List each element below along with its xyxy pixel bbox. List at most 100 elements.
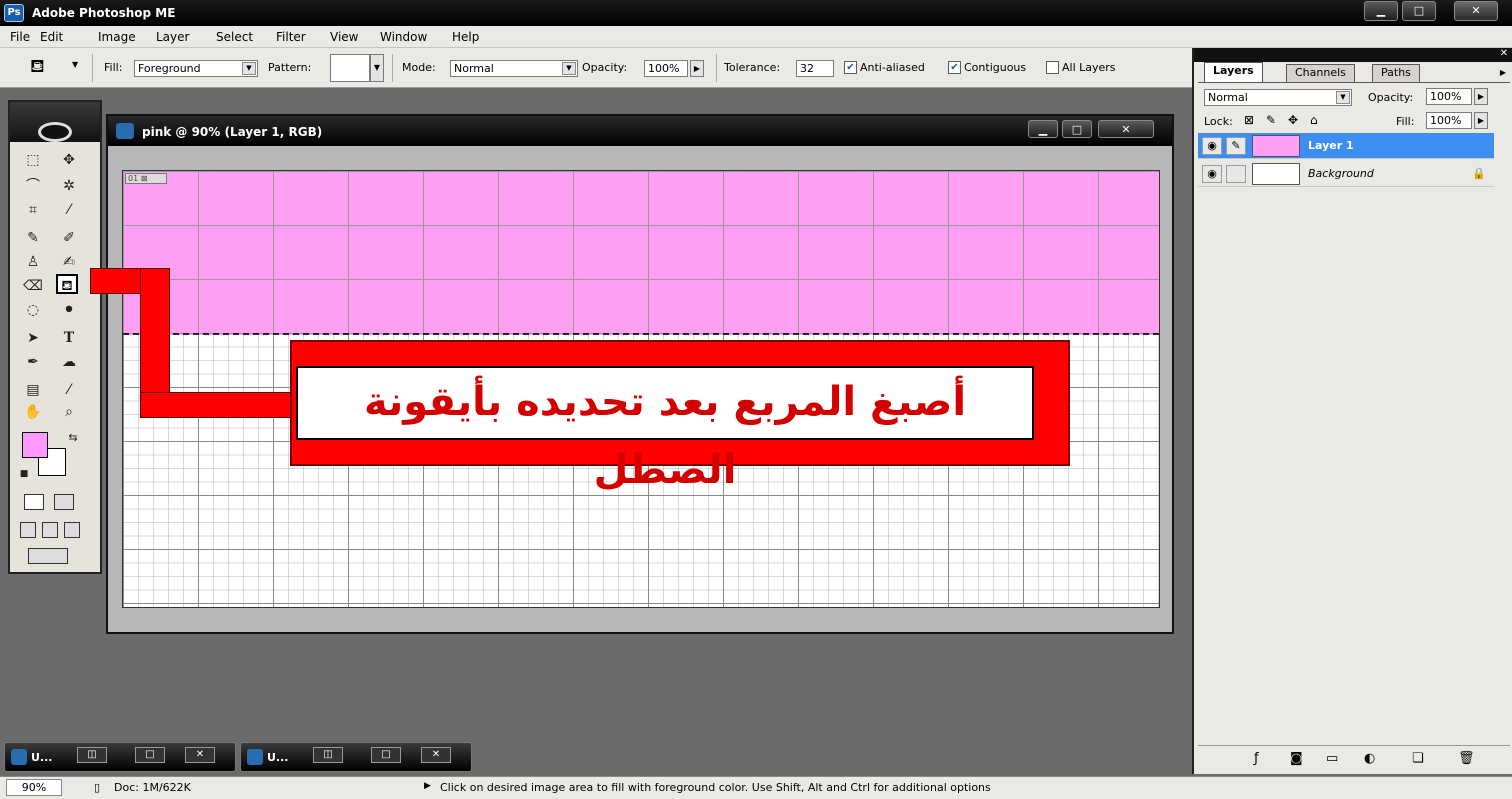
blend-mode-select[interactable]: Normal ▼ [1204, 89, 1352, 106]
slice-number: 01 [128, 174, 139, 183]
standard-screen-mode-icon[interactable] [20, 522, 36, 538]
layer-style-icon[interactable]: ƒ [1254, 751, 1259, 766]
pen-tool-icon[interactable]: ✒ [22, 352, 44, 372]
add-mask-icon[interactable]: ◙ [1290, 751, 1303, 766]
brush-tool-icon[interactable]: ✐ [58, 228, 80, 248]
document-title-bar[interactable]: pink @ 90% (Layer 1, RGB) ▁ □ ✕ [108, 116, 1172, 146]
close-icon[interactable]: ✕ [421, 747, 451, 763]
doc-minimize-icon[interactable]: ▁ [1028, 120, 1058, 138]
visibility-eye-icon[interactable]: ◉ [1202, 137, 1222, 155]
zoom-tool-icon[interactable]: ⌕ [58, 402, 80, 422]
notes-tool-icon[interactable]: ▤ [22, 380, 44, 400]
path-selection-tool-icon[interactable]: ➤ [22, 328, 44, 348]
lock-all-icon[interactable]: ⌂ [1310, 113, 1318, 127]
panel-fill-input[interactable]: 100% [1426, 112, 1472, 129]
maximize-icon[interactable]: □ [371, 747, 401, 763]
adjustment-layer-icon[interactable]: ◐ [1364, 751, 1375, 766]
mode-label: Mode: [402, 61, 436, 74]
toolbox-header[interactable] [10, 102, 100, 142]
eyedropper-tool-icon[interactable]: ⁄ [58, 380, 80, 400]
jump-to-imageready-icon[interactable] [28, 548, 68, 564]
restore-icon[interactable]: ◫ [77, 747, 107, 763]
menu-window[interactable]: Window [380, 30, 427, 44]
tolerance-input[interactable]: 32 [796, 60, 834, 77]
menu-layer[interactable]: Layer [156, 30, 189, 44]
opacity-input[interactable]: 100% [644, 60, 688, 77]
foreground-color-swatch[interactable] [22, 432, 48, 458]
new-group-icon[interactable]: ▭ [1326, 751, 1338, 766]
zoom-level-field[interactable]: 90% [6, 779, 62, 796]
menu-edit[interactable]: Edit [40, 30, 63, 44]
layer-row-background[interactable]: ◉ Background 🔒 [1198, 161, 1494, 187]
crop-tool-icon[interactable]: ⌗ [22, 200, 44, 220]
chevron-down-icon[interactable]: ▼ [370, 54, 384, 82]
full-screen-mode-icon[interactable] [64, 522, 80, 538]
fill-select[interactable]: Foreground ▼ [134, 60, 258, 77]
custom-shape-tool-icon[interactable]: ☁ [58, 352, 80, 372]
panel-close-icon[interactable]: ✕ [1500, 48, 1508, 59]
tab-channels[interactable]: Channels [1286, 64, 1355, 82]
visibility-eye-icon[interactable]: ◉ [1202, 165, 1222, 183]
dodge-tool-icon[interactable]: ⚫ [58, 300, 80, 320]
all-layers-checkbox[interactable] [1046, 61, 1059, 74]
paint-bucket-preset-icon[interactable]: ⛾ [30, 56, 45, 80]
paint-bucket-tool-icon[interactable]: ⛾ [56, 274, 78, 294]
lock-transparent-icon[interactable]: ⊠ [1244, 113, 1254, 127]
chevron-down-icon: ▼ [562, 62, 576, 75]
document-size[interactable]: Doc: 1M/622K [114, 781, 191, 794]
clone-stamp-tool-icon[interactable]: ♙ [22, 252, 44, 272]
lasso-tool-icon[interactable]: ⌒ [22, 176, 44, 196]
chevron-down-icon[interactable]: ▼ [72, 60, 78, 69]
close-icon[interactable]: ✕ [1454, 1, 1498, 21]
slice-tool-icon[interactable]: ⁄ [58, 200, 80, 220]
fill-slider-arrow-icon[interactable]: ▶ [1474, 112, 1488, 129]
type-tool-icon[interactable]: T [58, 328, 80, 348]
layer-row-layer-1[interactable]: ◉ ✎ Layer 1 [1198, 133, 1494, 159]
close-icon[interactable]: ✕ [185, 747, 215, 763]
doc-maximize-icon[interactable]: □ [1062, 120, 1092, 138]
doc-close-icon[interactable]: ✕ [1098, 120, 1154, 138]
standard-mode-icon[interactable] [24, 494, 44, 510]
menu-select[interactable]: Select [216, 30, 253, 44]
minimize-icon[interactable]: ▁ [1364, 1, 1398, 21]
history-brush-tool-icon[interactable]: ✍ [58, 252, 80, 272]
marquee-tool-icon[interactable]: ⬚ [22, 150, 44, 170]
trash-icon[interactable]: 🗑 [1458, 751, 1475, 766]
panel-menu-arrow-icon[interactable]: ▶ [1500, 68, 1506, 77]
move-tool-icon[interactable]: ✥ [58, 150, 80, 170]
minimized-doc-2[interactable]: U... ◫ □ ✕ [240, 742, 472, 772]
default-colors-icon[interactable]: ■ [18, 464, 30, 484]
pattern-picker[interactable] [330, 54, 370, 82]
menu-view[interactable]: View [330, 30, 358, 44]
panel-title-bar[interactable]: ✕ [1194, 48, 1512, 62]
tab-layers[interactable]: Layers [1204, 62, 1263, 82]
tab-paths[interactable]: Paths [1372, 64, 1420, 82]
hand-tool-icon[interactable]: ✋ [22, 402, 44, 422]
lock-image-icon[interactable]: ✎ [1266, 113, 1276, 127]
healing-brush-tool-icon[interactable]: ✎ [22, 228, 44, 248]
minimized-doc-1[interactable]: U... ◫ □ ✕ [4, 742, 236, 772]
opacity-slider-arrow-icon[interactable]: ▶ [690, 60, 704, 77]
swap-colors-icon[interactable]: ⇆ [66, 428, 80, 448]
menu-filter[interactable]: Filter [276, 30, 306, 44]
anti-aliased-checkbox[interactable]: ✔ [844, 61, 857, 74]
maximize-icon[interactable]: □ [1402, 1, 1436, 21]
magic-wand-tool-icon[interactable]: ✲ [58, 176, 80, 196]
opacity-slider-arrow-icon[interactable]: ▶ [1474, 88, 1488, 105]
maximize-icon[interactable]: □ [135, 747, 165, 763]
restore-icon[interactable]: ◫ [313, 747, 343, 763]
panel-opacity-input[interactable]: 100% [1426, 88, 1472, 105]
lock-position-icon[interactable]: ✥ [1288, 113, 1298, 127]
full-screen-menu-mode-icon[interactable] [42, 522, 58, 538]
document-icon [11, 749, 27, 765]
status-arrow-icon[interactable]: ▶ [424, 781, 431, 791]
contiguous-checkbox[interactable]: ✔ [948, 61, 961, 74]
eraser-tool-icon[interactable]: ⌫ [22, 276, 44, 296]
new-layer-icon[interactable]: ❏ [1412, 751, 1424, 766]
quick-mask-mode-icon[interactable] [54, 494, 74, 510]
blur-tool-icon[interactable]: ◌ [22, 300, 44, 320]
menu-file[interactable]: File [10, 30, 30, 44]
menu-image[interactable]: Image [98, 30, 136, 44]
menu-help[interactable]: Help [452, 30, 479, 44]
mode-select[interactable]: Normal ▼ [450, 60, 578, 77]
